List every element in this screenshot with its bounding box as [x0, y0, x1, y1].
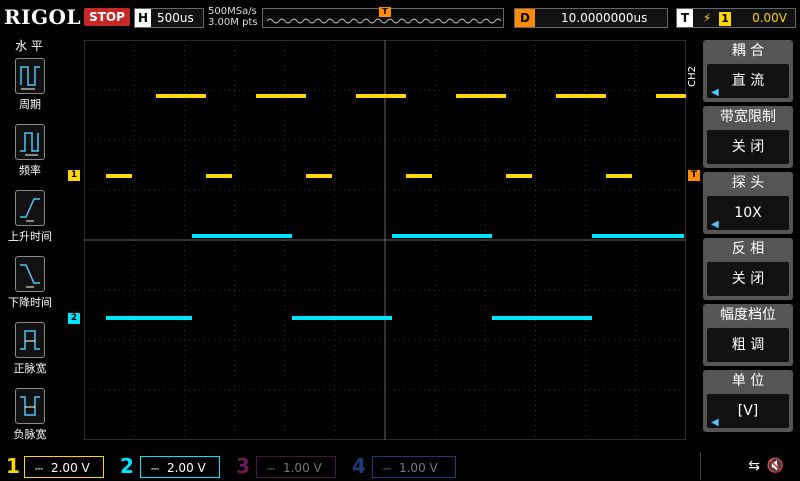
measure-fall-time-label: 下降时间: [8, 296, 52, 309]
trigger-delay[interactable]: D 10.0000000us: [514, 8, 668, 28]
ch2-scale: 2.00 V: [166, 461, 206, 475]
measure-menu: 水 平 周期 频率 上升时间 下降时间 正脉宽 负脉宽: [0, 38, 58, 442]
measure-negative-width[interactable]: 负脉宽: [4, 388, 56, 442]
trigger-source: 1: [719, 12, 732, 26]
measure-rise-time-label: 上升时间: [8, 230, 52, 243]
ch2-number: 2: [120, 454, 134, 478]
invert-title: 反 相: [731, 241, 765, 257]
ch3-number: 3: [236, 454, 250, 478]
measure-frequency[interactable]: 频率: [4, 124, 56, 178]
channel-status-bar: 1 ⎓ 2.00 V 2 ⎓ 2.00 V 3 ⎓ 1.00 V 4 ⎓ 1.00 V …: [0, 452, 800, 480]
ch2-scale-panel: ⎓ 2.00 V: [140, 456, 220, 478]
volts-div-title: 幅度档位: [720, 307, 776, 323]
selector-arrow-icon: ◀: [711, 87, 719, 98]
brand-logo: RIGOL: [4, 5, 82, 29]
ch1-offset-marker[interactable]: 1: [68, 170, 80, 181]
ch1-number: 1: [6, 454, 20, 478]
rise-time-icon: [15, 190, 45, 226]
delay-value: 10.0000000us: [561, 11, 648, 25]
ch2-offset-marker[interactable]: 2: [68, 313, 80, 324]
trigger-position-marker: T: [379, 7, 391, 17]
delay-label: D: [515, 9, 535, 27]
measure-frequency-label: 频率: [19, 164, 41, 177]
bandwidth-limit-setting[interactable]: 带宽限制 关 闭: [703, 106, 793, 168]
measure-positive-width-label: 正脉宽: [13, 362, 47, 375]
ch3-scale: 1.00 V: [282, 461, 322, 475]
ch3-status[interactable]: 3 ⎓ 1.00 V: [226, 452, 342, 480]
coupling-title: 耦 合: [731, 43, 765, 59]
dc-coupling-icon: ⎓: [35, 464, 43, 475]
channel-menu-tag: CH2: [687, 66, 698, 87]
ch1-scale: 2.00 V: [50, 461, 90, 475]
ch4-number: 4: [352, 454, 366, 478]
dc-coupling-icon: ⎓: [151, 464, 159, 475]
unit-title: 单 位: [731, 373, 765, 389]
dc-coupling-icon: ⎓: [267, 464, 275, 475]
trigger-settings[interactable]: T ⚡ 1 0.00V: [676, 8, 796, 28]
negative-width-icon: [15, 388, 45, 424]
top-status-bar: RIGOL STOP H 500us 500MSa/s 3.00M pts T D…: [0, 0, 800, 36]
measure-rise-time[interactable]: 上升时间: [4, 190, 56, 244]
usb-icon: ⇆: [748, 458, 760, 474]
unit-setting[interactable]: 单 位 ◀ [V]: [703, 370, 793, 432]
ch2-status[interactable]: 2 ⎓ 2.00 V: [110, 452, 226, 480]
trigger-level: 0.00V: [752, 11, 787, 25]
bandwidth-limit-value: 关 闭: [707, 130, 789, 164]
trigger-label: T: [677, 9, 693, 27]
measure-period[interactable]: 周期: [4, 58, 56, 112]
acquisition-info: 500MSa/s 3.00M pts: [208, 6, 258, 28]
volts-div-setting[interactable]: 幅度档位 粗 调: [703, 304, 793, 366]
menu-title: 水 平: [15, 39, 43, 53]
run-stop-indicator[interactable]: STOP: [84, 8, 130, 26]
coupling-value: ◀ 直 流: [707, 64, 789, 98]
probe-title: 探 头: [731, 175, 765, 191]
speaker-mute-icon[interactable]: 🔇: [767, 458, 784, 474]
measure-fall-time[interactable]: 下降时间: [4, 256, 56, 310]
rising-edge-icon: ⚡: [702, 11, 712, 25]
system-status: ⇆ 🔇: [700, 452, 798, 480]
ch4-status[interactable]: 4 ⎓ 1.00 V: [342, 452, 462, 480]
probe-setting[interactable]: 探 头 ◀ 10X: [703, 172, 793, 234]
ch4-scale-panel: ⎓ 1.00 V: [372, 456, 456, 478]
measure-negative-width-label: 负脉宽: [13, 428, 47, 441]
ch3-scale-panel: ⎓ 1.00 V: [256, 456, 336, 478]
horizontal-timebase[interactable]: H 500us: [134, 8, 204, 28]
invert-setting[interactable]: 反 相 关 闭: [703, 238, 793, 300]
positive-width-icon: [15, 322, 45, 358]
fall-time-icon: [15, 256, 45, 292]
unit-value: ◀ [V]: [707, 394, 789, 428]
bandwidth-limit-title: 带宽限制: [720, 109, 776, 125]
selector-arrow-icon: ◀: [711, 219, 719, 230]
trigger-level-marker[interactable]: T: [688, 170, 700, 181]
memory-position-bar[interactable]: T: [262, 7, 504, 28]
probe-value: ◀ 10X: [707, 196, 789, 230]
ch1-status[interactable]: 1 ⎓ 2.00 V: [0, 452, 110, 480]
memory-depth: 3.00M pts: [208, 17, 258, 28]
dc-coupling-icon: ⎓: [383, 464, 391, 475]
coupling-setting[interactable]: 耦 合 ◀ 直 流: [703, 40, 793, 102]
sample-rate: 500MSa/s: [208, 6, 257, 17]
measure-positive-width[interactable]: 正脉宽: [4, 322, 56, 376]
period-icon: [15, 58, 45, 94]
channel-menu: 耦 合 ◀ 直 流 带宽限制 关 闭 探 头 ◀ 10X 反 相 关 闭 幅度档位 …: [703, 40, 793, 440]
timebase-value: 500us: [157, 11, 194, 25]
ch4-scale: 1.00 V: [398, 461, 438, 475]
frequency-icon: [15, 124, 45, 160]
volts-div-value: 粗 调: [707, 328, 789, 362]
horizontal-label: H: [135, 9, 151, 27]
ch1-scale-panel: ⎓ 2.00 V: [24, 456, 104, 478]
measure-period-label: 周期: [19, 98, 41, 111]
selector-arrow-icon: ◀: [711, 417, 719, 428]
waveform-overview-icon: [267, 18, 501, 24]
invert-value: 关 闭: [707, 262, 789, 296]
waveform-display[interactable]: [84, 40, 686, 440]
